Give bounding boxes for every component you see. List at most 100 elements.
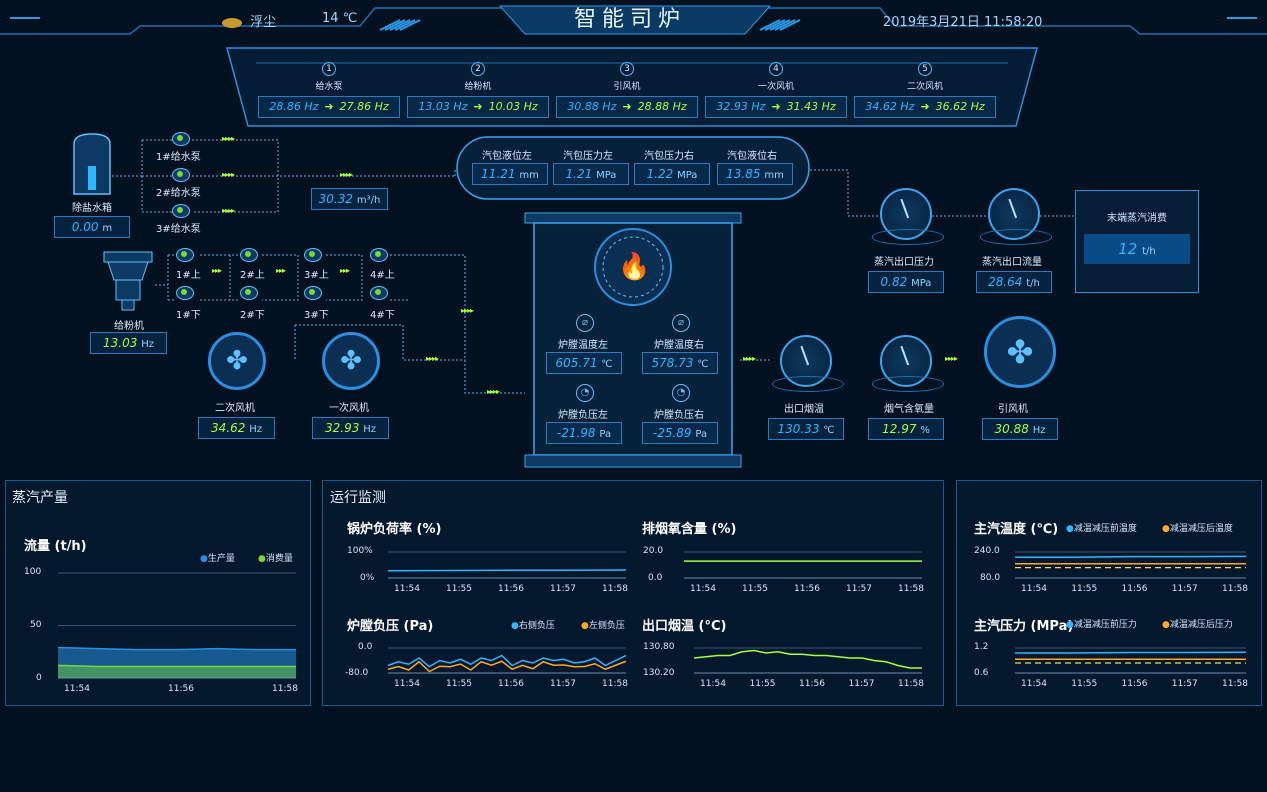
burner-label: 2#下 <box>240 310 265 321</box>
burner-icon[interactable] <box>304 286 322 300</box>
y-tick-label: -80.0 <box>345 668 369 678</box>
drum-value-unit: MPa <box>596 170 617 181</box>
furnace-label: 炉膛温度右 <box>654 340 704 351</box>
flow-arrows-icon: ▸▸▸▸ <box>222 134 235 143</box>
burner-icon[interactable] <box>304 248 322 262</box>
gauge-value-unit: t/h <box>1026 278 1040 289</box>
legend-item[interactable]: ●减温减压前压力 <box>1066 617 1137 630</box>
chart-title: 排烟氧含量 (%) <box>642 522 737 537</box>
x-tick-label: 11:56 <box>168 684 194 694</box>
pump-icon[interactable] <box>172 132 190 146</box>
drum-value-num: 11.21 <box>481 167 516 181</box>
pump-label: 1#给水泵 <box>156 152 201 163</box>
y-tick-label: 50 <box>30 620 42 630</box>
drum-value-num: 13.85 <box>726 167 761 181</box>
burner-status-icon <box>245 289 251 295</box>
feeder-icon <box>103 251 153 311</box>
burner-status-icon <box>309 289 315 295</box>
legend-label: 右侧负压 <box>518 621 555 631</box>
legend-item[interactable]: ●右侧负压 <box>511 618 555 631</box>
drum-value: 1.22 MPa <box>634 163 710 185</box>
drum-value: 1.21 MPa <box>553 163 629 185</box>
legend-label: 减温减压前压力 <box>1073 620 1137 630</box>
y-tick-label: 240.0 <box>974 546 1000 556</box>
burner-label: 3#下 <box>304 310 329 321</box>
drum-value-num: 1.21 <box>565 167 593 181</box>
fan-value: 32.93 Hz <box>312 417 389 439</box>
drum-label: 汽包液位右 <box>727 151 777 162</box>
y-tick-label: 100% <box>347 546 373 556</box>
x-tick-label: 11:56 <box>1121 679 1148 689</box>
pump-icon[interactable] <box>172 204 190 218</box>
gauge-needle-icon <box>1008 198 1017 218</box>
pump-label: 2#给水泵 <box>156 188 201 199</box>
gauge-label: 烟气含氧量 <box>884 404 934 415</box>
legend-item[interactable]: ●消费量 <box>258 551 293 564</box>
x-tick-label: 11:55 <box>742 584 768 594</box>
burner-icon[interactable] <box>176 286 194 300</box>
fan-value-num: 32.93 <box>325 421 360 435</box>
flow-arrows-icon: ▸▸▸ <box>276 266 286 275</box>
gauge-base <box>771 376 845 392</box>
x-tick-label: 11:57 <box>550 679 576 689</box>
x-tick-label: 11:55 <box>1071 584 1098 594</box>
legend-item[interactable]: ●减温减压后温度 <box>1162 521 1233 534</box>
legend-dot-icon: ● <box>1066 620 1074 630</box>
flow-arrows-icon: ▸▸▸▸ <box>487 387 500 396</box>
fan-icon[interactable]: ✤ <box>322 332 380 390</box>
burner-icon[interactable] <box>240 286 258 300</box>
legend-item[interactable]: ●生产量 <box>200 551 235 564</box>
end-steam-unit: t/h <box>1142 246 1156 257</box>
x-tick-label: 11:56 <box>498 584 524 594</box>
burner-icon[interactable] <box>240 248 258 262</box>
pump-icon[interactable] <box>172 168 190 182</box>
pressure-icon: ◔ <box>576 384 594 402</box>
chart-title: 主汽温度 (℃) <box>974 522 1059 537</box>
legend-dot-icon: ● <box>581 621 589 631</box>
end-steam-num: 12 <box>1118 240 1138 258</box>
furnace-value-num: -25.89 <box>652 426 692 440</box>
monitor-panel-title: 运行监测 <box>330 490 386 506</box>
x-tick-label: 11:54 <box>1021 584 1047 594</box>
burner-icon[interactable] <box>370 248 388 262</box>
chart-title: 锅炉负荷率 (%) <box>347 522 442 537</box>
legend-item[interactable]: ●减温减压后压力 <box>1162 617 1233 630</box>
legend-label: 减温减压后压力 <box>1169 620 1233 630</box>
x-tick-label: 11:57 <box>848 679 875 689</box>
legend-item[interactable]: ●减温减压前温度 <box>1066 521 1137 534</box>
flame-icon: 🔥 <box>618 252 651 282</box>
fan-value-unit: Hz <box>249 424 262 435</box>
burner-label: 1#上 <box>176 270 201 281</box>
furnace-value: 578.73 ℃ <box>642 352 718 374</box>
fan-value: 34.62 Hz <box>198 417 275 439</box>
drum-value-unit: MPa <box>677 170 698 181</box>
y-tick-label: 20.0 <box>643 546 664 556</box>
flow-arrows-icon: ▸▸▸▸ <box>340 170 353 179</box>
gauge-label: 蒸汽出口流量 <box>982 257 1042 268</box>
x-tick-label: 11:56 <box>799 679 825 689</box>
flow-arrows-icon: ▸▸▸▸ <box>945 354 958 363</box>
induced-fan-icon[interactable]: ✤ <box>984 316 1056 388</box>
y-tick-label: 130.80 <box>643 642 675 652</box>
burner-status-icon <box>181 289 187 295</box>
pump-status-icon <box>177 171 183 177</box>
fan-value-unit: Hz <box>363 424 376 435</box>
furnace-label: 炉膛负压右 <box>654 410 704 421</box>
furnace-value-num: 605.71 <box>555 356 598 370</box>
legend-item[interactable]: ●左侧负压 <box>581 618 625 631</box>
burner-icon[interactable] <box>176 248 194 262</box>
fan-icon[interactable]: ✤ <box>208 332 266 390</box>
gauge-value-num: 12.97 <box>882 422 917 436</box>
legend-dot-icon: ● <box>1162 620 1170 630</box>
gauge-needle-icon <box>800 345 809 365</box>
steam-panel <box>5 480 311 706</box>
furnace-value: -21.98 Pa <box>546 422 622 444</box>
gauge-icon <box>979 188 1053 245</box>
pressure-icon: ◔ <box>672 384 690 402</box>
burner-icon[interactable] <box>370 286 388 300</box>
drum-value-unit: mm <box>519 170 539 181</box>
gauge-value-num: 130.33 <box>777 422 820 436</box>
gauge-base <box>871 229 945 245</box>
x-tick-label: 11:57 <box>846 584 872 594</box>
gauge-value-num: 28.64 <box>988 275 1023 289</box>
